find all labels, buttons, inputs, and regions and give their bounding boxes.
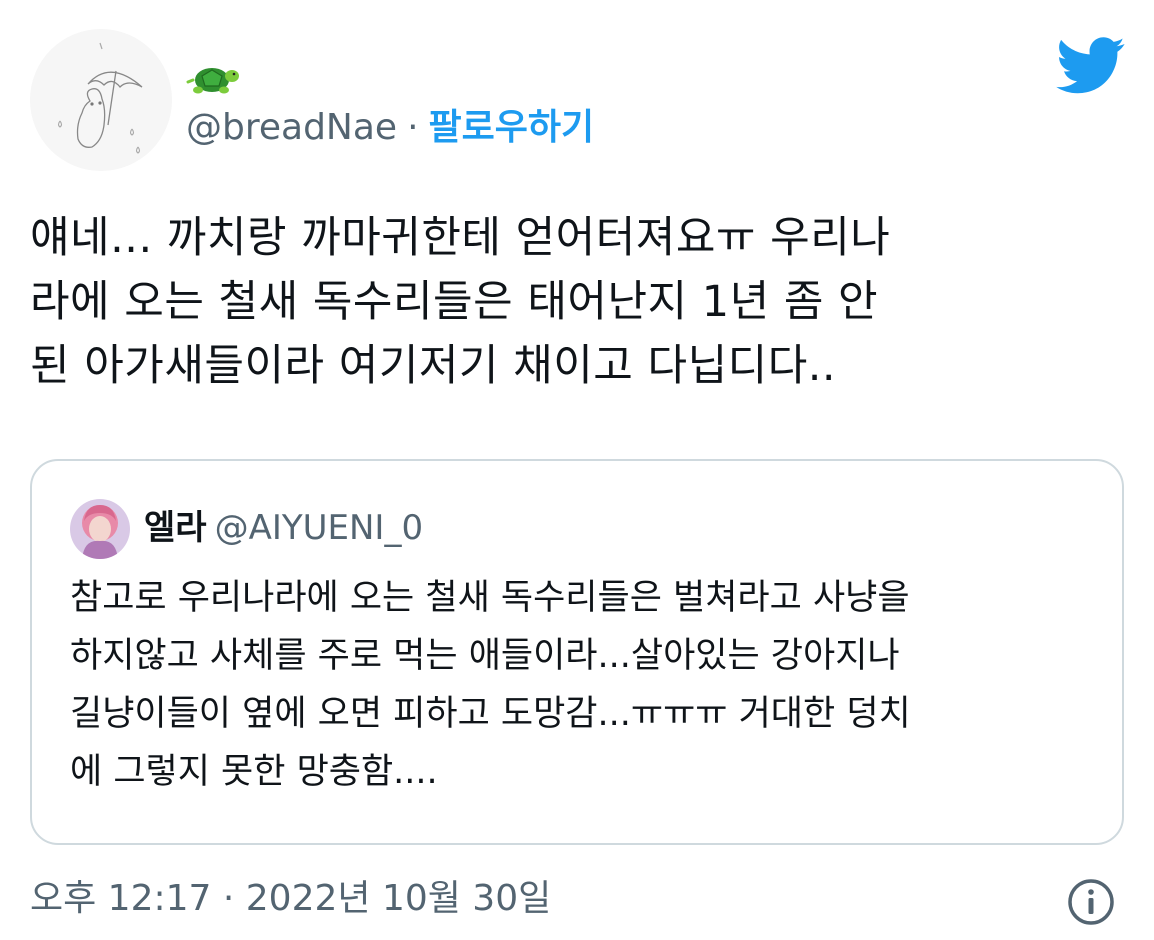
info-icon[interactable]: [1066, 877, 1116, 927]
separator-dot: ·: [407, 107, 419, 148]
quoted-tweet-card[interactable]: 엘라 @AIYUENI_0 참고로 우리나라에 오는 철새 독수리들은 벌쳐라고 …: [30, 459, 1124, 845]
twitter-bird-icon[interactable]: [1056, 37, 1126, 95]
tweet-text: 얘네... 까치랑 까마귀한테 얻어터져요ㅠ 우리나 라에 오는 철새 독수리들…: [30, 213, 891, 391]
turtle-emoji-icon[interactable]: [186, 60, 240, 94]
avatar-sketch-image: [30, 29, 172, 171]
author-avatar[interactable]: [30, 29, 172, 171]
tweet-timestamp[interactable]: 오후 12:17 · 2022년 10월 30일: [30, 874, 551, 924]
follow-button[interactable]: 팔로우하기: [429, 107, 595, 148]
quoted-author-avatar: [70, 499, 130, 559]
quoted-tweet-text: 참고로 우리나라에 오는 철새 독수리들은 벌쳐라고 사냥을 하지않고 사체를 …: [70, 578, 911, 792]
author-handle[interactable]: @breadNae: [186, 107, 397, 148]
quoted-author-header: 엘라 @AIYUENI_0: [144, 503, 423, 553]
quoted-author-handle: @AIYUENI_0: [214, 508, 424, 548]
author-handle-row: @breadNae · 팔로우하기: [186, 103, 594, 153]
quoted-author-name: 엘라: [144, 508, 207, 548]
